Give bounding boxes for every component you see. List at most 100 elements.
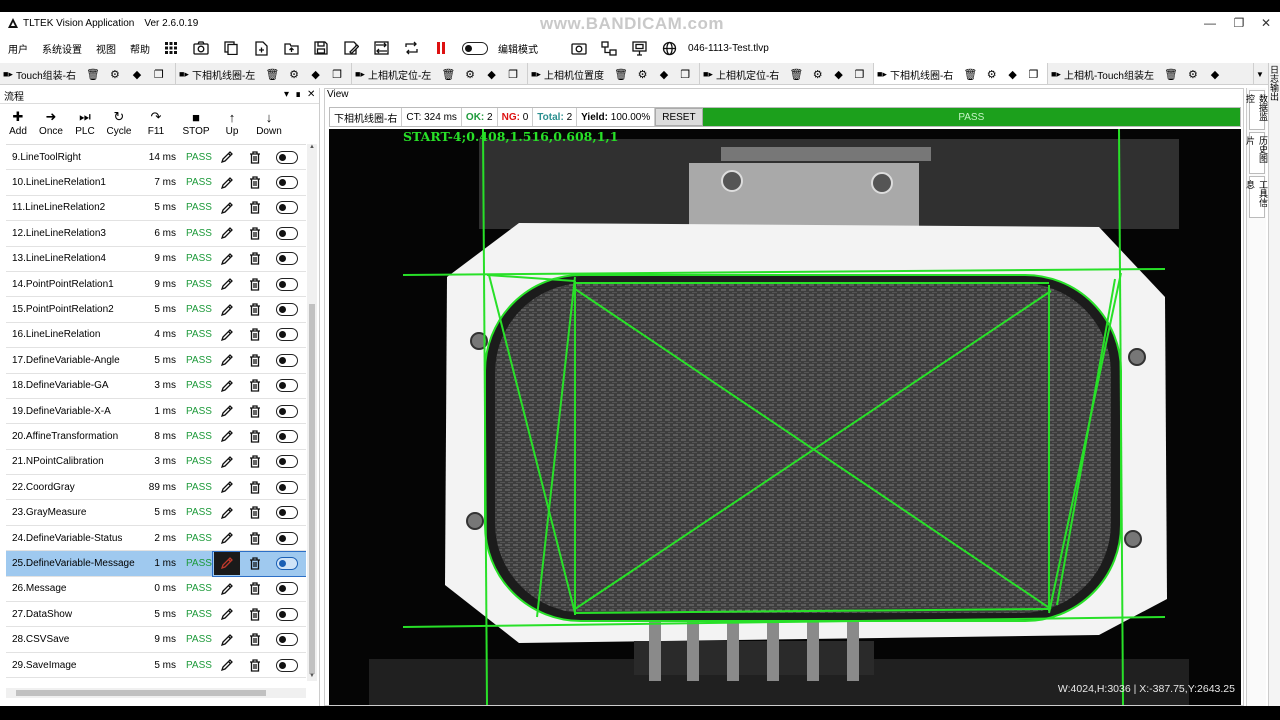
step-enable-toggle[interactable] — [270, 226, 304, 240]
copy-icon[interactable]: ❐ — [1027, 67, 1040, 81]
tab-lower-camera-coil-left[interactable]: ■▸ 下相机线圈-左 🗑 ⚙ ◆ ❐ — [176, 63, 352, 84]
toggle-switch[interactable] — [276, 353, 298, 367]
toggle-switch[interactable] — [276, 328, 298, 342]
flow-step-row[interactable]: 11.LineLineRelation2 5 ms PASS — [6, 196, 306, 222]
edit-icon[interactable] — [214, 399, 240, 423]
tab-touch-assembly-right[interactable]: ■▸ Touch组装-右 🗑 ⚙ ◆ ❐ — [0, 63, 176, 84]
trash-icon[interactable] — [240, 399, 270, 423]
trash-icon[interactable] — [240, 247, 270, 271]
flow-step-row[interactable]: 18.DefineVariable-GA 3 ms PASS — [6, 374, 306, 399]
trash-icon[interactable]: 🗑 — [1164, 67, 1178, 81]
camera-add-icon[interactable] — [192, 39, 210, 57]
step-enable-toggle[interactable] — [270, 252, 304, 266]
camera-icon[interactable] — [570, 39, 588, 57]
layers-icon[interactable]: ◆ — [309, 67, 323, 81]
flow-step-row[interactable]: 19.DefineVariable-X-A 1 ms PASS — [6, 399, 306, 425]
flow-list-hscrollbar[interactable] — [6, 688, 306, 698]
flow-step-row[interactable]: 21.NPointCalibration 3 ms PASS — [6, 450, 306, 476]
edit-icon[interactable] — [214, 424, 240, 448]
toggle-switch[interactable] — [276, 303, 298, 317]
step-enable-toggle[interactable] — [270, 480, 304, 494]
flow-step-row[interactable]: 10.LineLineRelation1 7 ms PASS — [6, 170, 306, 196]
edit-icon[interactable] — [214, 450, 240, 474]
edit-mode-toggle[interactable] — [462, 41, 488, 55]
step-enable-toggle[interactable] — [270, 150, 304, 164]
trash-icon[interactable] — [240, 196, 270, 220]
trash-icon[interactable] — [240, 475, 270, 499]
cycle-button[interactable]: ↻ Cycle — [104, 104, 134, 142]
layers-icon[interactable]: ◆ — [832, 67, 845, 81]
toggle-switch[interactable] — [276, 658, 298, 672]
menu-help[interactable]: 帮助 — [130, 41, 150, 56]
flow-step-row[interactable]: 9.LineToolRight 14 ms PASS — [6, 145, 306, 171]
trash-icon[interactable]: 🗑 — [86, 67, 100, 81]
flow-step-row[interactable]: 12.LineLineRelation3 6 ms PASS — [6, 221, 306, 247]
edit-icon[interactable] — [214, 475, 240, 499]
toggle-switch[interactable] — [276, 556, 298, 570]
edit-icon[interactable] — [214, 323, 240, 347]
step-enable-toggle[interactable] — [270, 277, 304, 291]
copy-icon[interactable]: ❐ — [330, 67, 344, 81]
flow-step-row[interactable]: 29.SaveImage 5 ms PASS — [6, 653, 306, 679]
step-enable-toggle[interactable] — [270, 582, 304, 596]
toggle-switch[interactable] — [276, 150, 298, 164]
toggle-switch[interactable] — [276, 480, 298, 494]
gear-icon[interactable]: ⚙ — [811, 67, 824, 81]
step-enable-toggle[interactable] — [270, 658, 304, 672]
flow-step-row[interactable]: 27.DataShow 5 ms PASS — [6, 602, 306, 628]
step-enable-toggle[interactable] — [270, 404, 304, 418]
step-enable-toggle[interactable] — [270, 176, 304, 190]
save-as-icon[interactable] — [342, 39, 360, 57]
edit-icon[interactable] — [214, 653, 240, 677]
edit-icon[interactable] — [214, 196, 240, 220]
toggle-switch[interactable] — [276, 277, 298, 291]
menu-user[interactable]: 用户 — [8, 41, 28, 56]
trash-icon[interactable] — [240, 171, 270, 195]
edit-icon[interactable] — [214, 526, 240, 550]
trash-icon[interactable] — [240, 653, 270, 677]
flow-list-scrollbar[interactable]: ▲ ▼ — [307, 144, 317, 681]
log-output-tab[interactable]: 日志输出 — [1269, 65, 1280, 101]
open-folder-icon[interactable] — [282, 39, 300, 57]
step-enable-toggle[interactable] — [270, 353, 304, 367]
edit-icon[interactable] — [214, 501, 240, 525]
add-button[interactable]: ✚ Add — [4, 104, 32, 142]
trash-icon[interactable]: 🗑 — [614, 67, 628, 81]
toggle-switch[interactable] — [276, 404, 298, 418]
network-icon[interactable] — [600, 39, 618, 57]
tab-upper-camera-position-left[interactable]: ■▸ 上相机定位-左 🗑 ⚙ ◆ ❐ — [352, 63, 528, 84]
step-enable-toggle[interactable] — [270, 303, 304, 317]
reset-button[interactable]: RESET — [655, 108, 703, 126]
gear-icon[interactable]: ⚙ — [287, 67, 301, 81]
scroll-down-icon[interactable]: ▼ — [307, 673, 317, 681]
step-enable-toggle[interactable] — [270, 328, 304, 342]
trash-icon[interactable] — [240, 221, 270, 245]
copy-icon[interactable]: ❐ — [506, 67, 520, 81]
layers-icon[interactable]: ◆ — [1006, 67, 1019, 81]
flow-step-row[interactable]: 16.LineLineRelation 4 ms PASS — [6, 323, 306, 349]
step-enable-toggle[interactable] — [270, 531, 304, 545]
edit-icon[interactable] — [214, 348, 240, 372]
toggle-switch[interactable] — [276, 506, 298, 520]
plc-button[interactable]: ⏭ PLC — [70, 104, 100, 142]
globe-icon[interactable] — [660, 39, 678, 57]
layers-icon[interactable]: ◆ — [130, 67, 144, 81]
minimize-button[interactable]: — — [1194, 12, 1226, 34]
layers-icon[interactable]: ◆ — [1208, 67, 1222, 81]
tab-upper-camera-touch-assembly-left[interactable]: ■▸ 上相机-Touch组装左 🗑 ⚙ ◆ — [1048, 63, 1254, 84]
step-enable-toggle[interactable] — [270, 556, 304, 570]
hscrollbar-thumb[interactable] — [16, 690, 266, 696]
edit-icon[interactable] — [214, 247, 240, 271]
flow-step-row[interactable]: 15.PointPointRelation2 5 ms PASS — [6, 297, 306, 323]
step-enable-toggle[interactable] — [270, 429, 304, 443]
trash-icon[interactable] — [240, 145, 270, 169]
flow-step-row[interactable]: 23.GrayMeasure 5 ms PASS — [6, 500, 306, 526]
toggle-switch[interactable] — [276, 201, 298, 215]
gear-icon[interactable]: ⚙ — [108, 67, 122, 81]
menu-view[interactable]: 视图 — [96, 41, 116, 56]
monitor-icon[interactable] — [630, 39, 648, 57]
layers-icon[interactable]: ◆ — [485, 67, 499, 81]
refresh-icon[interactable] — [402, 39, 420, 57]
toggle-switch[interactable] — [276, 252, 298, 266]
edit-icon[interactable] — [214, 145, 240, 169]
